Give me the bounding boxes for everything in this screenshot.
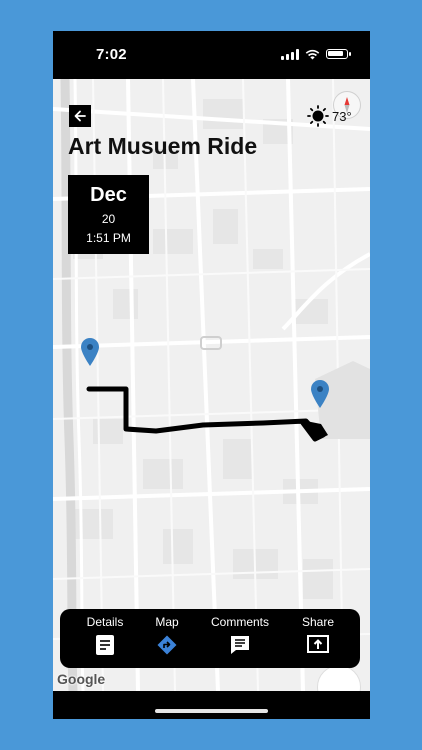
directions-icon: [157, 635, 177, 655]
nav-share-label: Share: [301, 615, 335, 629]
date-time: 1:51 PM: [86, 231, 131, 245]
date-day: 20: [101, 212, 116, 226]
end-pin-icon[interactable]: [310, 379, 330, 409]
back-button[interactable]: [69, 105, 91, 127]
home-indicator-area: [53, 691, 370, 719]
battery-icon: [326, 49, 351, 59]
bottom-nav: Details Map Comments Share: [60, 609, 360, 668]
google-attribution: Google: [57, 671, 106, 687]
cellular-signal-icon: [281, 48, 299, 60]
date-month: Dec: [90, 184, 127, 206]
nav-comments-label: Comments: [210, 615, 269, 629]
nav-map-label: Map: [155, 615, 179, 629]
share-icon: [307, 635, 329, 653]
nav-map[interactable]: Map: [152, 615, 182, 655]
phone-screen: 7:02 Art Musuem Ride 73° Dec 20 1:51 PM …: [53, 31, 370, 719]
nav-comments[interactable]: Comments: [208, 615, 272, 655]
status-bar: 7:02: [53, 31, 370, 79]
weather-widget: 73°: [307, 105, 352, 127]
nav-details-label: Details: [86, 615, 124, 629]
document-icon: [96, 635, 114, 655]
date-card: Dec 20 1:51 PM: [68, 175, 149, 254]
start-pin-icon[interactable]: [80, 337, 100, 367]
status-icons: [281, 47, 351, 61]
comment-icon: [231, 636, 249, 654]
arrow-left-icon: [74, 110, 86, 122]
route-map[interactable]: Art Musuem Ride 73° Dec 20 1:51 PM Detai…: [53, 79, 370, 691]
status-time: 7:02: [96, 46, 127, 63]
wifi-icon: [305, 49, 320, 59]
temperature: 73°: [332, 108, 352, 124]
page-title: Art Musuem Ride: [68, 133, 258, 159]
home-indicator[interactable]: [155, 709, 268, 713]
nav-share[interactable]: Share: [300, 615, 336, 653]
sun-icon: [307, 105, 329, 127]
nav-details[interactable]: Details: [82, 615, 128, 655]
